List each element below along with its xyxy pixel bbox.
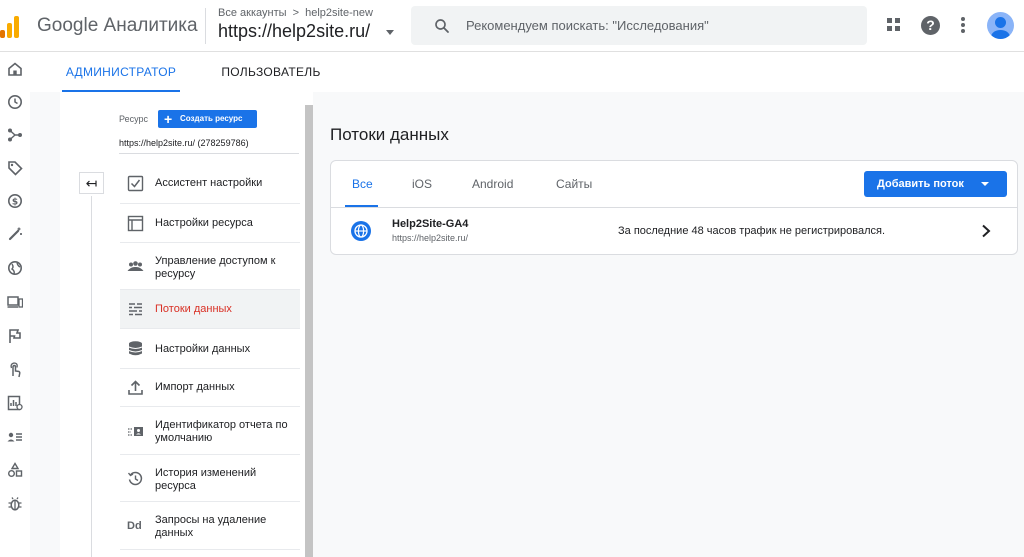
web-globe-icon [351,221,371,241]
create-resource-button[interactable]: + Создать ресурс [158,110,257,128]
card-divider [331,207,1017,208]
stream-status: За последние 48 часов трафик не регистри… [618,225,886,237]
menu-item-data-import[interactable]: Импорт данных [120,369,300,407]
add-stream-label: Добавить поток [877,178,964,190]
resource-label: Ресурс [119,114,149,124]
bug-icon[interactable] [7,496,23,512]
dropdown-arrow-icon [981,182,989,186]
menu-item-resource-settings[interactable]: Настройки ресурса [120,204,300,243]
collapse-panel-button[interactable]: ↤ [79,172,104,194]
left-nav-rail: $ [0,52,30,557]
window-icon [127,215,144,232]
wand-icon[interactable] [7,226,23,242]
globe-icon[interactable] [7,260,23,276]
menu-item-setup-assistant[interactable]: Ассистент настройки [120,164,300,204]
tab-administrator[interactable]: АДМИНИСТРАТОР [62,52,180,92]
streams-icon [129,303,142,316]
tab-android[interactable]: Android [472,177,513,191]
breadcrumb-separator: > [292,7,300,19]
flag-icon[interactable] [7,328,23,344]
devices-icon[interactable] [7,294,23,310]
checklist-icon [127,175,144,192]
menu-item-access-management[interactable]: Управление доступом к ресурсу [120,243,300,290]
chevron-right-icon[interactable] [981,224,991,238]
search-icon[interactable] [433,17,451,35]
account-selector[interactable]: https://help2site.ru/ [218,21,370,42]
breadcrumb-account[interactable]: help2site-new [305,7,373,19]
menu-item-label: Управление доступом к ресурсу [155,255,276,280]
search-input[interactable]: Рекомендуем поискать: "Исследования" [466,18,709,33]
menu-item-label: Потоки данных [155,303,232,315]
database-icon [128,341,143,356]
dd-icon: Dd [127,520,142,532]
tab-sites[interactable]: Сайты [556,177,592,191]
shapes-icon[interactable] [7,462,23,478]
apps-grid-icon[interactable] [887,18,901,32]
resource-selector[interactable]: https://help2site.ru/ (278259786) [119,138,249,148]
tab-all[interactable]: Все [352,177,373,191]
account-dropdown-icon[interactable] [386,30,394,35]
id-card-icon [128,427,143,436]
tag-icon[interactable] [7,160,23,176]
menu-item-label: Ассистент настройки [155,177,263,189]
menu-item-change-history[interactable]: История изменений ресурса [120,455,300,502]
panel-scrollbar[interactable] [305,105,313,557]
menu-item-data-settings[interactable]: Настройки данных [120,329,300,369]
resource-selector-underline [119,153,299,154]
menu-item-label: Настройки данных [155,343,251,355]
dollar-icon[interactable]: $ [7,193,23,209]
panel-divider [91,196,92,557]
menu-item-label: Идентификатор отчета по умолчанию [155,419,288,444]
menu-item-data-streams[interactable]: Потоки данных [120,290,300,329]
header-divider [205,8,206,44]
menu-item-label: Настройки ресурса [155,217,253,229]
top-app-bar: Google Аналитика Все аккаунты > help2sit… [0,0,1024,52]
search-bar[interactable]: Рекомендуем поискать: "Исследования" [411,6,867,45]
report-icon[interactable] [7,395,23,411]
svg-text:$: $ [12,198,18,208]
help-icon[interactable]: ? [921,16,940,35]
touch-icon[interactable] [7,362,23,378]
home-icon[interactable] [7,61,23,77]
plus-icon: + [164,111,173,127]
app-name: Google Аналитика [37,15,198,36]
clock-icon[interactable] [7,94,23,110]
stream-name[interactable]: Help2Site-GA4 [392,218,468,230]
tab-ios[interactable]: iOS [412,177,432,191]
tab-user[interactable]: ПОЛЬЗОВАТЕЛЬ [216,52,326,92]
upload-icon [128,380,143,395]
menu-item-label: Импорт данных [155,381,235,393]
menu-item-data-deletion-requests[interactable]: Dd Запросы на удаление данных [120,502,300,550]
admin-tab-bar: АДМИНИСТРАТОР ПОЛЬЗОВАТЕЛЬ [30,52,1024,92]
menu-item-reporting-identity[interactable]: Идентификатор отчета по умолчанию [120,407,300,455]
menu-item-label: История изменений ресурса [155,467,257,492]
stream-url: https://help2site.ru/ [392,233,469,243]
page-title: Потоки данных [330,125,449,144]
analytics-logo-icon[interactable] [0,14,22,38]
breadcrumb-all-accounts[interactable]: Все аккаунты [218,7,287,19]
breadcrumb[interactable]: Все аккаунты > help2site-new [218,7,373,19]
people-icon [127,261,144,271]
share-nodes-icon[interactable] [7,127,23,143]
menu-item-label: Запросы на удаление данных [155,514,267,539]
add-stream-button[interactable]: Добавить поток [864,171,1007,197]
avatar[interactable] [987,12,1014,39]
more-vert-icon[interactable] [961,17,965,34]
history-icon [127,471,143,486]
create-resource-label: Создать ресурс [180,114,243,123]
data-streams-card: Все iOS Android Сайты Добавить поток Hel… [330,160,1018,255]
list-person-icon[interactable] [7,429,23,445]
